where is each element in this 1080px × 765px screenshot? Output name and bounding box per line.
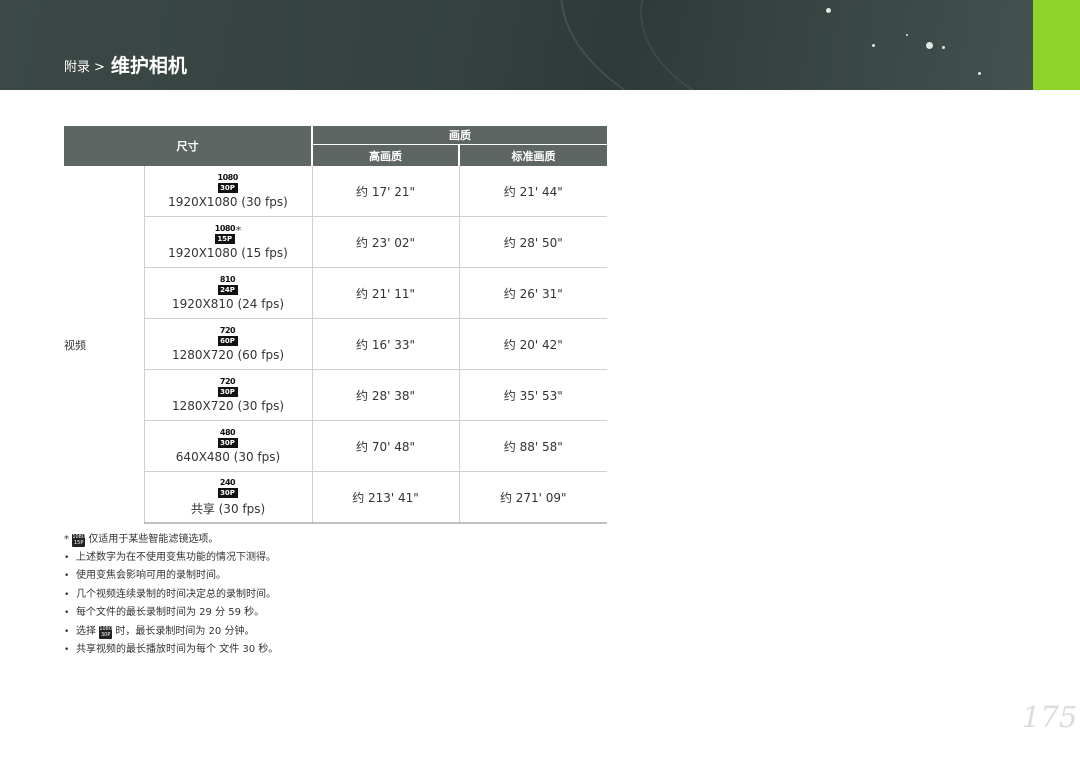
footnote: * 1080 15P 仅适用于某些智能滤镜选项。 [64,531,278,549]
resolution-label: 1280X720 (60 fps) [171,348,285,362]
list-item: • 共享视频的最长播放时间为每个 文件 30 秒。 [64,644,279,655]
decorative-dot [942,46,945,49]
resolution-icon: 810 24P [217,275,238,295]
resolution-label: 1920X1080 (15 fps) [168,246,288,260]
resolution-cell: 720 60P 1280X720 (60 fps) [143,318,312,370]
table-row: 720 30P 1280X720 (30 fps) 约 28' 38" 约 35'… [64,369,607,421]
resolution-icon: 480 30P [217,428,238,448]
list-item: • 每个文件的最长录制时间为 29 分 59 秒。 [64,607,265,618]
table-row: 视频 1080 30P 1920X1080 (30 fps) 约 17' 21" … [64,166,607,352]
resolution-cell: 1080 15P * 1920X1080 (15 fps) [143,216,312,268]
resolution-icon: 1080 30P [217,173,238,193]
table-row: 480 30P 640X480 (30 fps) 约 70' 48" 约 88' … [64,420,607,472]
resolution-label: 1920X810 (24 fps) [171,297,285,311]
asterisk-mark: * [235,224,242,237]
list-item: • 选择 1080 30P 时，最长录制时间为 20 分钟。 [64,625,255,639]
decorative-dot [872,44,875,47]
breadcrumb-separator: > [94,60,105,75]
resolution-cell: 240 30P 共享 (30 fps) [143,471,312,524]
table-row: 810 24P 1920X810 (24 fps) 约 21' 11" 约 26'… [64,267,607,319]
high-quality-time: 约 21' 11" [311,267,459,319]
decorative-dot [906,34,908,36]
resolution-icon: 240 30P [217,478,238,498]
table-row: 1080 15P * 1920X1080 (15 fps) 约 23' 02" 约 … [64,216,607,268]
standard-quality-time: 约 35' 53" [458,369,607,421]
page-title: 维护相机 [110,55,187,77]
resolution-cell: 810 24P 1920X810 (24 fps) [143,267,312,319]
high-quality-time: 约 70' 48" [311,420,459,472]
high-quality-time: 约 16' 33" [311,318,459,370]
footnote-mark: * [64,534,69,545]
list-item: • 上述数字为在不使用变焦功能的情况下测得。 [64,551,276,563]
list-item: • 几个视频连续录制的时间决定总的录制时间。 [64,588,276,600]
column-header-size: 尺寸 [64,126,313,166]
high-quality-time: 约 28' 38" [311,369,459,421]
column-header-quality: 画质 [312,126,607,145]
decorative-dot [978,72,981,75]
resolution-cell: 480 30P 640X480 (30 fps) [143,420,312,472]
standard-quality-time: 约 271' 09" [458,471,607,524]
footnote-text: 仅适用于某些智能滤镜选项。 [88,534,219,545]
decorative-dot [926,42,933,49]
standard-quality-time: 约 21' 44" [458,166,607,217]
list-item: • 使用变焦会影响可用的录制时间。 [64,570,226,581]
resolution-label: 共享 (30 fps) [190,501,266,516]
column-header-high-quality: 高画质 [312,144,459,166]
decorative-dot [826,8,831,13]
resolution-cell: 720 30P 1280X720 (30 fps) [143,369,312,421]
standard-quality-time: 约 88' 58" [458,420,607,472]
table-row: 720 60P 1280X720 (60 fps) 约 16' 33" 约 20'… [64,318,607,370]
resolution-icon: 720 30P [217,377,238,397]
page-header: 附录 > 维护相机 [0,0,1033,90]
high-quality-time: 约 23' 02" [311,216,459,268]
resolution-label: 1920X1080 (30 fps) [168,195,288,209]
page-number: 175 [1022,700,1078,734]
resolution-label: 1280X720 (30 fps) [171,399,285,413]
resolution-icon: 720 60P [217,326,238,346]
resolution-30p-icon: 1080 30P [99,625,113,639]
recording-time-table: 尺寸 画质 高画质 标准画质 视频 1080 30P 1920X1080 (30 … [64,126,607,524]
standard-quality-time: 约 20' 42" [458,318,607,370]
standard-quality-time: 约 26' 31" [458,267,607,319]
resolution-15p-icon: 1080 15P [72,534,86,547]
chapter-tab[interactable] [1033,0,1080,90]
high-quality-time: 约 213' 41" [311,471,459,524]
decorative-arc [640,0,1033,90]
resolution-icon: 1080 15P [214,224,236,244]
breadcrumb: 附录 > 维护相机 [64,56,187,78]
high-quality-time: 约 17' 21" [311,166,459,217]
resolution-label: 640X480 (30 fps) [175,450,281,464]
category-video: 视频 [64,338,86,352]
resolution-cell: 1080 30P 1920X1080 (30 fps) [143,166,312,217]
breadcrumb-section[interactable]: 附录 [64,60,90,75]
standard-quality-time: 约 28' 50" [458,216,607,268]
table-row: 240 30P 共享 (30 fps) 约 213' 41" 约 271' 09" [64,471,607,524]
notes-list: * 1080 15P 仅适用于某些智能滤镜选项。 • 上述数字为在不使用变焦功能的情… [64,531,278,660]
column-header-standard-quality: 标准画质 [458,144,607,166]
